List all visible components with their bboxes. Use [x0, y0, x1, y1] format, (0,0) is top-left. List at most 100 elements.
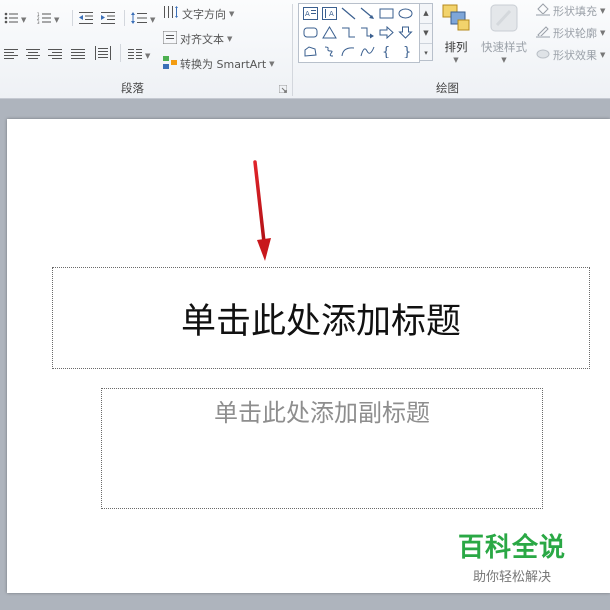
convert-smartart-button[interactable]: 转换为 SmartArt ▼ [163, 56, 275, 72]
ribbon: ▼ 123 ▼ ▼ 文字方向 ▼ ▼ 对齐文本 ▼ 转换为 SmartArt ▼… [0, 0, 610, 99]
scroll-up-icon[interactable]: ▲ [420, 4, 432, 24]
paragraph-group-label: 段落 [121, 81, 144, 95]
line-spacing-icon [131, 12, 147, 27]
shape-fill-button[interactable]: 形状填充 ▼ [536, 3, 605, 19]
decrease-indent-icon [79, 12, 93, 27]
dialog-launcher-icon [278, 83, 288, 96]
watermark-brand: 百科全说 [457, 533, 566, 563]
shape-outline-label: 形状轮廓 [553, 27, 597, 40]
right-brace-shape-icon[interactable]: } [396, 43, 414, 60]
decrease-indent-button[interactable] [79, 12, 93, 27]
left-brace-shape-icon[interactable]: { [377, 43, 395, 60]
textbox-shape-icon[interactable]: A [301, 5, 319, 22]
shape-effects-icon [536, 47, 550, 63]
svg-text:A: A [329, 10, 334, 18]
arrange-button[interactable]: 排列 ▼ [441, 3, 471, 64]
subtitle-placeholder-text: 单击此处添加副标题 [214, 399, 430, 427]
arrow-line-shape-icon[interactable] [358, 5, 376, 22]
arrange-label: 排列 [444, 40, 468, 54]
svg-text:}: } [403, 45, 411, 58]
paint-bucket-icon [536, 3, 550, 19]
chevron-down-icon: ▼ [21, 15, 27, 24]
chevron-down-icon: ▼ [600, 7, 606, 15]
align-left-icon [4, 48, 18, 63]
quick-styles-icon [488, 3, 520, 38]
distributed-button[interactable] [95, 46, 111, 63]
title-placeholder-text: 单击此处添加标题 [180, 301, 461, 342]
convert-smartart-label: 转换为 SmartArt [180, 58, 267, 71]
chevron-down-icon: ▼ [227, 35, 233, 43]
numbered-list-icon: 123 [37, 12, 51, 27]
increase-indent-icon [101, 12, 115, 27]
chevron-down-icon: ▼ [453, 56, 459, 64]
vertical-textbox-shape-icon[interactable]: A [320, 5, 338, 22]
elbow-arrow-connector-shape-icon[interactable] [358, 24, 376, 41]
annotation-arrow-icon [253, 160, 271, 261]
align-left-button[interactable] [4, 48, 18, 63]
scroll-down-icon[interactable]: ▼ [420, 24, 432, 44]
numbering-button[interactable]: 123 ▼ [37, 12, 59, 27]
align-right-button[interactable] [48, 48, 62, 63]
chevron-down-icon: ▼ [600, 29, 606, 37]
bullet-list-icon [4, 12, 18, 27]
rectangle-shape-icon[interactable] [377, 5, 395, 22]
line-shape-icon[interactable] [339, 5, 357, 22]
chevron-down-icon: ▼ [145, 51, 151, 60]
watermark-tagline: 助你轻松解决 [472, 570, 551, 585]
arc-shape-icon[interactable] [339, 43, 357, 60]
distributed-align-icon [95, 46, 111, 63]
chevron-down-icon: ▼ [54, 15, 60, 24]
chevron-down-icon: ▼ [229, 9, 235, 18]
bullets-button[interactable]: ▼ [4, 12, 26, 27]
triangle-shape-icon[interactable] [320, 24, 338, 41]
justify-icon [71, 48, 85, 63]
align-text-button[interactable]: 对齐文本 ▼ [162, 30, 233, 47]
paragraph-dialog-launcher[interactable] [278, 83, 288, 96]
drawing-group-label: 绘图 [436, 81, 459, 95]
svg-text:3: 3 [37, 20, 40, 24]
smartart-icon [163, 56, 177, 72]
columns-button[interactable]: ▼ [128, 48, 150, 63]
chevron-down-icon: ▼ [150, 15, 156, 24]
right-arrow-shape-icon[interactable] [377, 24, 395, 41]
align-center-button[interactable] [26, 48, 40, 63]
text-direction-button[interactable]: 文字方向 ▼ [163, 5, 234, 22]
increase-indent-button[interactable] [101, 12, 115, 27]
svg-text:{: { [382, 45, 390, 58]
subtitle-placeholder[interactable]: 单击此处添加副标题 [101, 388, 543, 509]
arrange-icon [441, 3, 471, 38]
columns-icon [128, 48, 142, 63]
svg-text:A: A [305, 10, 310, 18]
shape-outline-button[interactable]: 形状轮廓 ▼ [536, 25, 605, 41]
curve-shape-icon[interactable] [358, 43, 376, 60]
align-center-icon [26, 48, 40, 63]
text-direction-icon [163, 5, 179, 22]
down-arrow-shape-icon[interactable] [396, 24, 414, 41]
more-shapes-icon[interactable]: ▾ [420, 44, 432, 63]
scribble-shape-icon[interactable] [320, 43, 338, 60]
title-placeholder[interactable]: 单击此处添加标题 [52, 267, 590, 369]
align-text-icon [162, 30, 178, 47]
chevron-down-icon: ▼ [501, 56, 507, 64]
freeform-shape-icon[interactable] [301, 43, 319, 60]
shapes-gallery-scroll[interactable]: ▲ ▼ ▾ [419, 3, 433, 61]
align-text-label: 对齐文本 [180, 33, 224, 46]
pencil-icon [536, 25, 550, 41]
slide-canvas[interactable]: 单击此处添加标题 单击此处添加副标题 百科全说 助你轻松解决 [7, 119, 610, 593]
chevron-down-icon: ▼ [600, 51, 606, 59]
shapes-gallery[interactable]: A A { } [298, 3, 420, 63]
shape-effects-label: 形状效果 [553, 49, 597, 62]
quick-styles-label: 快速样式 [481, 40, 527, 54]
shape-fill-label: 形状填充 [553, 5, 597, 18]
align-right-icon [48, 48, 62, 63]
text-direction-label: 文字方向 [182, 7, 226, 21]
oval-shape-icon[interactable] [396, 5, 414, 22]
shape-effects-button[interactable]: 形状效果 ▼ [536, 47, 605, 63]
chevron-down-icon: ▼ [269, 60, 275, 68]
rounded-rectangle-shape-icon[interactable] [301, 24, 319, 41]
line-spacing-button[interactable]: ▼ [131, 12, 155, 27]
watermark: 百科全说 助你轻松解决 [452, 527, 572, 585]
elbow-connector-shape-icon[interactable] [339, 24, 357, 41]
quick-styles-button[interactable]: 快速样式 ▼ [481, 3, 527, 64]
justify-button[interactable] [71, 48, 85, 63]
